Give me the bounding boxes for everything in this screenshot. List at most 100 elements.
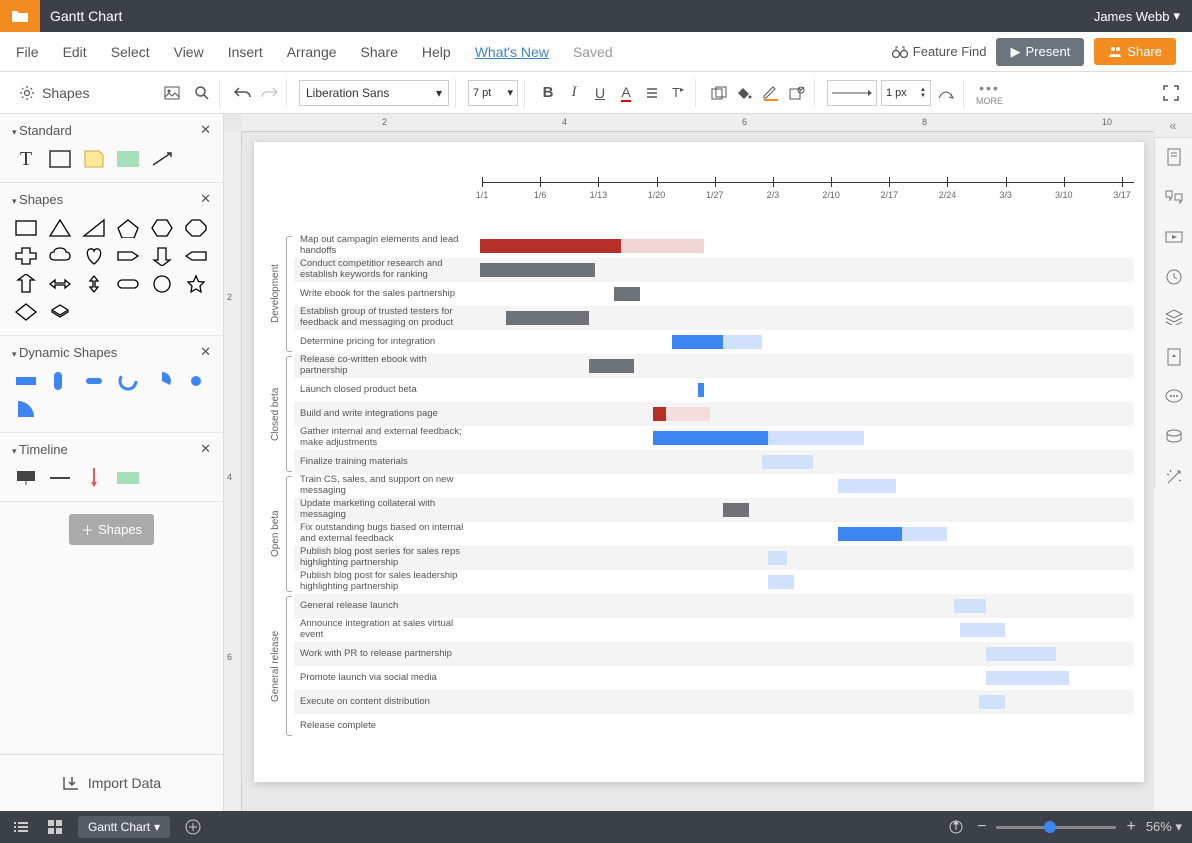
shape-4[interactable]: [148, 217, 176, 239]
canvas[interactable]: 246810 246 1/11/61/131/201/272/32/102/17…: [224, 114, 1154, 811]
dyn-pill-shape[interactable]: [46, 370, 74, 392]
gantt-bar[interactable]: [723, 335, 761, 349]
dyn-ring-shape[interactable]: [114, 370, 142, 392]
task-row[interactable]: Publish blog post for sales leadership h…: [294, 570, 1134, 594]
shape-7[interactable]: [46, 245, 74, 267]
tl-arrow-shape[interactable]: [80, 467, 108, 489]
shape-12[interactable]: [12, 273, 40, 295]
font-select[interactable]: Liberation Sans▾: [299, 80, 449, 106]
dyn-dot-shape[interactable]: [182, 370, 210, 392]
gantt-bar[interactable]: [902, 527, 947, 541]
task-row[interactable]: Establish group of trusted testers for f…: [294, 306, 1134, 330]
dyn-pie-shape[interactable]: [148, 370, 176, 392]
undo-icon[interactable]: [232, 82, 254, 104]
task-row[interactable]: Release co-written ebook with partnershi…: [294, 354, 1134, 378]
list-view-icon[interactable]: [10, 816, 32, 838]
search-icon[interactable]: [191, 82, 213, 104]
gantt-bar[interactable]: [723, 503, 749, 517]
dyn-bar-shape[interactable]: [12, 370, 40, 392]
task-row[interactable]: Work with PR to release partnership: [294, 642, 1134, 666]
gantt-bar[interactable]: [979, 695, 1005, 709]
tl-flag-shape[interactable]: [12, 467, 40, 489]
gantt-bar[interactable]: [986, 647, 1056, 661]
task-row[interactable]: General release launch: [294, 594, 1134, 618]
document-title[interactable]: Gantt Chart: [50, 8, 122, 24]
line-arrow-icon[interactable]: [935, 82, 957, 104]
menu-share[interactable]: Share: [361, 44, 398, 60]
shape-6[interactable]: [12, 245, 40, 267]
arrow-shape[interactable]: [148, 148, 176, 170]
box-shape[interactable]: [46, 148, 74, 170]
shape-15[interactable]: [114, 273, 142, 295]
add-page-icon[interactable]: [182, 816, 204, 838]
more-button[interactable]: ••• MORE: [976, 80, 1003, 106]
font-size-select[interactable]: 7 pt▾: [468, 80, 518, 106]
task-row[interactable]: Map out campagin elements and lead hando…: [294, 234, 1134, 258]
comment-icon[interactable]: [1163, 186, 1185, 208]
redo-icon[interactable]: [258, 82, 280, 104]
close-icon[interactable]: ✕: [200, 441, 211, 457]
feature-find[interactable]: Feature Find: [892, 44, 987, 59]
shape-17[interactable]: [182, 273, 210, 295]
gantt-bar[interactable]: [589, 359, 634, 373]
shape-10[interactable]: [148, 245, 176, 267]
close-icon[interactable]: ✕: [200, 122, 211, 138]
zoom-slider[interactable]: [996, 826, 1116, 829]
underline-icon[interactable]: U: [589, 82, 611, 104]
task-row[interactable]: Write ebook for the sales partnership: [294, 282, 1134, 306]
task-row[interactable]: Determine pricing for integration: [294, 330, 1134, 354]
theme-icon[interactable]: [1163, 346, 1185, 368]
task-row[interactable]: Promote launch via social media: [294, 666, 1134, 690]
gear-icon[interactable]: [16, 82, 38, 104]
menu-arrange[interactable]: Arrange: [287, 44, 337, 60]
shape-8[interactable]: [80, 245, 108, 267]
text-shape[interactable]: T: [12, 148, 40, 170]
gantt-bar[interactable]: [480, 263, 595, 277]
task-row[interactable]: Execute on content distribution: [294, 690, 1134, 714]
shape-0[interactable]: [12, 217, 40, 239]
section-shapes[interactable]: ▾ Shapes ✕: [12, 191, 211, 207]
share-button[interactable]: Share: [1094, 38, 1176, 65]
page-tab[interactable]: Gantt Chart ▾: [78, 816, 170, 838]
zoom-level[interactable]: 56% ▾: [1146, 819, 1182, 835]
italic-icon[interactable]: I: [563, 82, 585, 104]
menu-help[interactable]: Help: [422, 44, 451, 60]
menu-select[interactable]: Select: [111, 44, 150, 60]
layers-icon[interactable]: [1163, 306, 1185, 328]
presentation-icon[interactable]: [1163, 226, 1185, 248]
import-data-button[interactable]: Import Data: [0, 754, 223, 811]
menu-edit[interactable]: Edit: [63, 44, 87, 60]
image-icon[interactable]: [161, 82, 183, 104]
shape-16[interactable]: [148, 273, 176, 295]
dyn-small-shape[interactable]: [80, 370, 108, 392]
page-icon[interactable]: [1163, 146, 1185, 168]
tl-block-shape[interactable]: [114, 467, 142, 489]
bold-icon[interactable]: B: [537, 82, 559, 104]
border-color-icon[interactable]: [760, 82, 782, 104]
gantt-bar[interactable]: [672, 335, 723, 349]
menu-file[interactable]: File: [16, 44, 39, 60]
shape-5[interactable]: [182, 217, 210, 239]
gantt-bar[interactable]: [506, 311, 589, 325]
gantt-bar[interactable]: [954, 599, 986, 613]
shape-11[interactable]: [182, 245, 210, 267]
shape-3[interactable]: [114, 217, 142, 239]
text-color-icon[interactable]: A: [615, 82, 637, 104]
gantt-bar[interactable]: [653, 407, 666, 421]
shape-2[interactable]: [80, 217, 108, 239]
gantt-bar[interactable]: [838, 479, 896, 493]
menu-whatsnew[interactable]: What's New: [475, 44, 549, 60]
history-icon[interactable]: [1163, 266, 1185, 288]
fill-shape-icon[interactable]: [708, 82, 730, 104]
chat-icon[interactable]: [1163, 386, 1185, 408]
gantt-bar[interactable]: [698, 383, 704, 397]
target-icon[interactable]: [945, 816, 967, 838]
section-timeline[interactable]: ▾ Timeline ✕: [12, 441, 211, 457]
gantt-bar[interactable]: [768, 575, 794, 589]
shape-13[interactable]: [46, 273, 74, 295]
grid-view-icon[interactable]: [44, 816, 66, 838]
shape-14[interactable]: [80, 273, 108, 295]
line-width-select[interactable]: 1 px ▲▼: [881, 80, 931, 106]
gantt-bar[interactable]: [614, 287, 640, 301]
gantt-bar[interactable]: [621, 239, 704, 253]
